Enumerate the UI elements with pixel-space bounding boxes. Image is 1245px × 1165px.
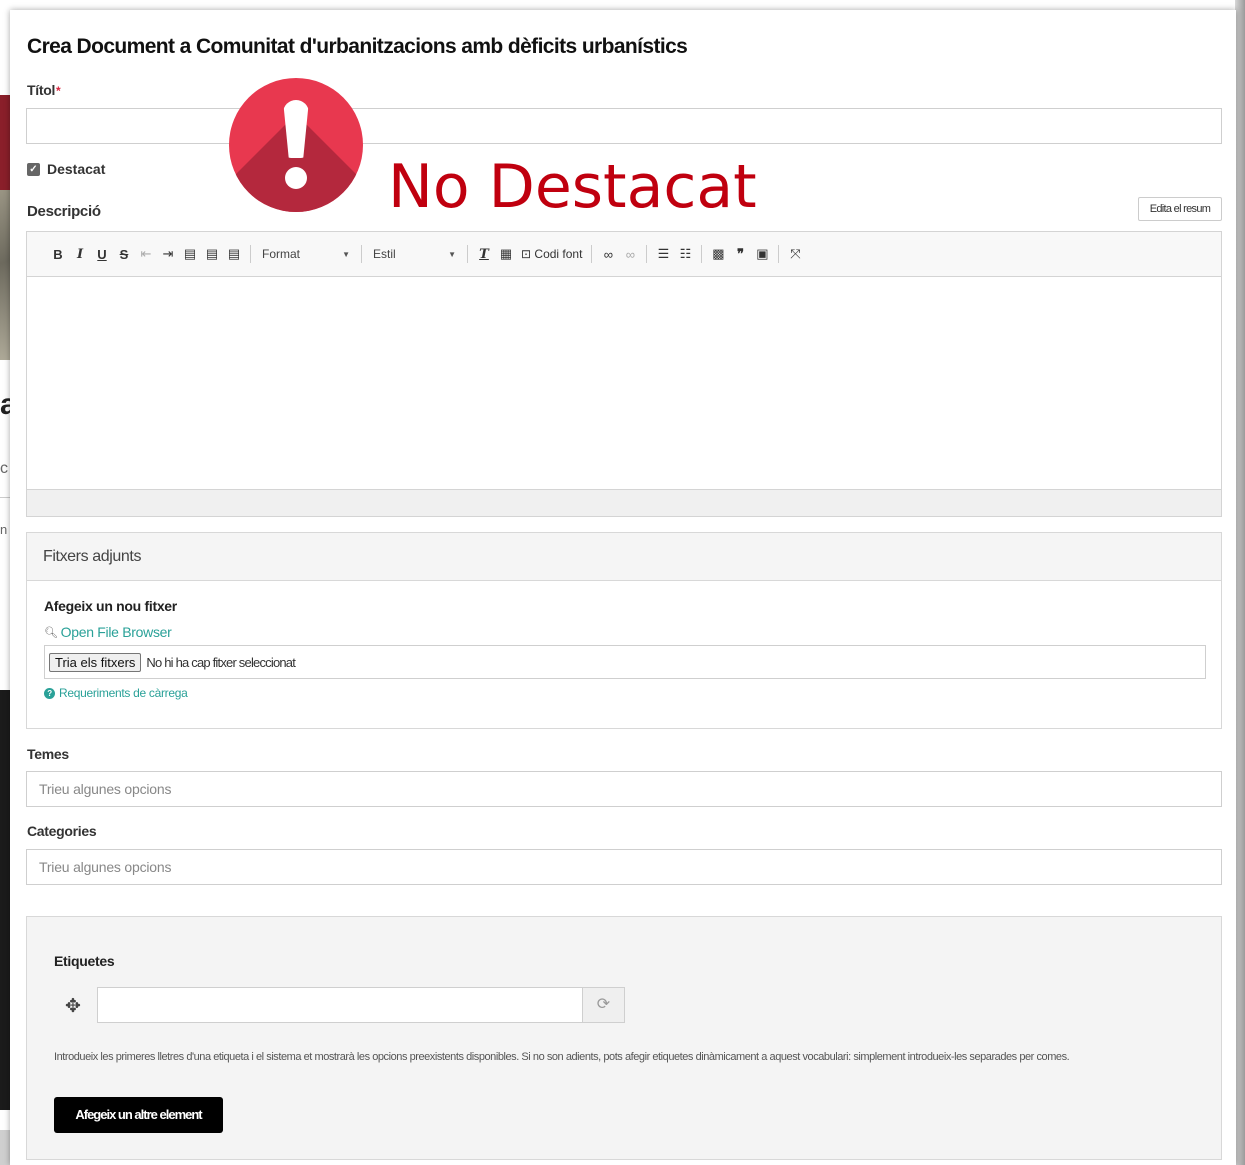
toolbar-separator bbox=[250, 245, 251, 263]
not-featured-annotation: No Destacat bbox=[388, 152, 757, 222]
categories-select[interactable]: Trieu algunes opcions bbox=[26, 849, 1222, 885]
tag-input[interactable] bbox=[97, 987, 583, 1023]
remove-format-icon[interactable]: T bbox=[473, 247, 495, 262]
warning-exclamation-dot bbox=[285, 167, 307, 189]
upload-requirements-link[interactable]: ? Requeriments de càrrega bbox=[44, 686, 188, 700]
style-dropdown-label: Estil bbox=[373, 247, 396, 261]
link-icon[interactable]: ∞ bbox=[597, 247, 619, 262]
toolbar-separator bbox=[467, 245, 468, 263]
attachments-header: Fitxers adjunts bbox=[27, 533, 1221, 581]
background-text: c bbox=[0, 460, 8, 477]
drag-handle-icon[interactable]: ✥ bbox=[65, 995, 81, 1018]
italic-icon[interactable]: I bbox=[69, 247, 91, 262]
attachments-panel: Fitxers adjunts Afegeix un nou fitxer 🔍︎… bbox=[26, 532, 1222, 729]
editor-content-area[interactable] bbox=[27, 277, 1221, 489]
special-char-icon[interactable]: ▩ bbox=[707, 246, 729, 262]
toolbar-separator bbox=[361, 245, 362, 263]
tags-help-text: Introdueix les primeres lletres d'una et… bbox=[54, 1051, 1070, 1063]
strikethrough-icon[interactable]: S bbox=[113, 247, 135, 262]
blockquote-icon[interactable]: ❞ bbox=[729, 246, 751, 262]
editor-toolbar: B I U S ⇤ ⇥ ▤ ▤ ▤ Format ▼ Estil ▼ T ▦ ⊡ bbox=[27, 232, 1221, 277]
numbered-list-icon[interactable]: ☷ bbox=[674, 246, 696, 262]
chevron-down-icon: ▼ bbox=[448, 249, 456, 259]
bulleted-list-icon[interactable]: ☰ bbox=[652, 246, 674, 262]
no-file-selected-text: No hi ha cap fitxer seleccionat bbox=[146, 654, 296, 670]
maximize-icon[interactable]: ⤧ bbox=[784, 246, 806, 262]
paste-icon[interactable]: ▤ bbox=[179, 246, 201, 262]
rich-text-editor: B I U S ⇤ ⇥ ▤ ▤ ▤ Format ▼ Estil ▼ T ▦ ⊡ bbox=[26, 231, 1222, 517]
edit-summary-button[interactable]: Edita el resum bbox=[1138, 197, 1222, 221]
format-dropdown-label: Format bbox=[262, 247, 301, 261]
themes-label: Temes bbox=[27, 746, 69, 762]
create-document-modal: Crea Document a Comunitat d'urbanitzacio… bbox=[10, 10, 1236, 1165]
style-dropdown[interactable]: Estil ▼ bbox=[367, 247, 462, 261]
indent-icon[interactable]: ⇥ bbox=[157, 246, 179, 262]
open-file-browser-link[interactable]: 🔍︎ Open File Browser bbox=[44, 624, 172, 640]
outdent-icon[interactable]: ⇤ bbox=[135, 246, 157, 262]
toolbar-separator bbox=[591, 245, 593, 263]
title-label-text: Títol bbox=[27, 82, 56, 98]
magnifier-icon: 🔍︎ bbox=[44, 626, 58, 639]
open-file-browser-label: Open File Browser bbox=[60, 624, 172, 640]
description-label: Descripció bbox=[27, 203, 101, 220]
toolbar-separator bbox=[778, 245, 780, 263]
unlink-icon[interactable]: ∞ bbox=[619, 247, 641, 262]
source-code-icon: ⊡ bbox=[521, 247, 532, 261]
file-input[interactable]: Tria els fitxers No hi ha cap fitxer sel… bbox=[44, 645, 1206, 679]
modal-title: Crea Document a Comunitat d'urbanitzacio… bbox=[27, 35, 688, 58]
featured-label: Destacat bbox=[47, 161, 106, 177]
toolbar-separator bbox=[701, 245, 703, 263]
upload-requirements-label: Requeriments de càrrega bbox=[59, 686, 188, 700]
question-circle-icon: ? bbox=[44, 687, 55, 699]
source-code-button[interactable]: ⊡ Codi font bbox=[517, 247, 586, 261]
themes-select[interactable]: Trieu algunes opcions bbox=[26, 771, 1222, 807]
add-another-element-button[interactable]: Afegeix un altre element bbox=[54, 1097, 223, 1133]
add-file-label: Afegeix un nou fitxer bbox=[44, 598, 177, 614]
underline-icon[interactable]: U bbox=[91, 247, 113, 262]
bold-icon[interactable]: B bbox=[47, 247, 69, 262]
refresh-icon[interactable]: ⟳ bbox=[582, 987, 625, 1023]
featured-checkbox[interactable]: ✓ bbox=[27, 162, 40, 176]
paste-word-icon[interactable]: ▤ bbox=[223, 246, 245, 262]
required-mark: * bbox=[56, 84, 61, 98]
toolbar-separator bbox=[646, 245, 648, 263]
tags-label: Etiquetes bbox=[54, 953, 115, 969]
page-edge-shadow bbox=[1235, 0, 1245, 1165]
title-label: Títol* bbox=[27, 82, 61, 98]
paste-text-icon[interactable]: ▤ bbox=[201, 246, 223, 262]
categories-label: Categories bbox=[27, 823, 97, 839]
featured-checkbox-row[interactable]: ✓ Destacat bbox=[27, 161, 105, 177]
format-dropdown[interactable]: Format ▼ bbox=[256, 247, 356, 261]
editor-status-bar bbox=[27, 489, 1221, 516]
tags-panel: Etiquetes ✥ ⟳ Introdueix les primeres ll… bbox=[26, 916, 1222, 1160]
chevron-down-icon: ▼ bbox=[342, 249, 350, 259]
source-code-label: Codi font bbox=[534, 247, 583, 261]
choose-files-button[interactable]: Tria els fitxers bbox=[49, 652, 142, 672]
table-icon[interactable]: ▦ bbox=[495, 246, 517, 262]
background-text: n bbox=[0, 522, 8, 537]
media-icon[interactable]: ▣ bbox=[751, 246, 773, 262]
exclamation-circle-icon bbox=[229, 78, 363, 212]
title-input[interactable] bbox=[26, 108, 1222, 144]
